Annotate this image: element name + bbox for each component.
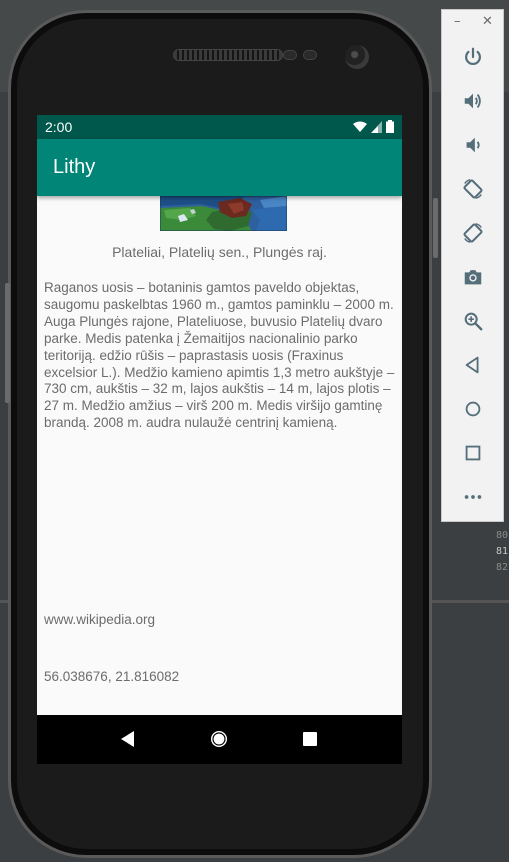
rotate-right-button[interactable] xyxy=(460,220,486,246)
nav-recents-button[interactable] xyxy=(298,727,322,751)
back-icon xyxy=(121,731,134,747)
volume-up-icon xyxy=(464,93,481,109)
side-button-right xyxy=(433,198,438,258)
status-icons xyxy=(353,120,394,133)
app-title: Lithy xyxy=(53,156,96,178)
place-detail[interactable]: Plateliai, Platelių sen., Plungės raj. R… xyxy=(37,196,402,715)
volume-down-button[interactable] xyxy=(460,132,486,158)
recents-icon xyxy=(303,732,317,746)
app-bar: Lithy xyxy=(37,139,402,196)
more-options-button[interactable] xyxy=(460,484,486,510)
volume-down-icon xyxy=(466,137,480,153)
emulator-toolbar: – ✕ xyxy=(441,9,504,522)
emulator-home-button[interactable] xyxy=(460,396,486,422)
minimize-button[interactable]: – xyxy=(454,14,461,29)
power-icon xyxy=(465,47,481,66)
signal-icon xyxy=(371,120,382,133)
place-coordinates: 56.038676, 21.816082 xyxy=(44,669,180,684)
zoom-button[interactable] xyxy=(460,308,486,334)
navigation-bar xyxy=(37,715,402,764)
volume-up-button[interactable] xyxy=(460,88,486,114)
place-location: Plateliai, Platelių sen., Plungės raj. xyxy=(112,244,327,260)
source-link[interactable]: www.wikipedia.org xyxy=(44,612,155,627)
nav-back-button[interactable] xyxy=(116,727,140,751)
home-icon xyxy=(465,401,481,417)
overview-icon xyxy=(465,445,481,461)
camera-icon xyxy=(464,270,482,285)
power-button[interactable] xyxy=(460,44,486,70)
phone-sensors xyxy=(283,50,317,60)
screenshot-button[interactable] xyxy=(460,264,486,290)
more-icon xyxy=(464,495,482,499)
rotate-left-button[interactable] xyxy=(460,176,486,202)
place-description: Raganos uosis – botaninis gamtos paveldo… xyxy=(44,280,395,431)
phone-screen: 2:00 Lithy Plateliai, Platelių sen., Plu… xyxy=(37,115,402,764)
place-image xyxy=(160,196,287,231)
close-button[interactable]: ✕ xyxy=(482,14,493,29)
emulator-toolbar-header: – ✕ xyxy=(442,10,503,36)
zoom-icon xyxy=(464,312,483,331)
nav-home-button[interactable] xyxy=(207,727,231,751)
ide-line-number: 82 xyxy=(496,562,509,573)
status-time: 2:00 xyxy=(45,119,73,135)
phone-speaker xyxy=(173,49,283,61)
battery-icon xyxy=(386,120,394,133)
rotate-right-icon xyxy=(463,223,483,243)
wifi-icon xyxy=(353,121,367,132)
home-icon xyxy=(211,731,227,747)
front-camera xyxy=(345,45,369,69)
ide-line-number: 81 xyxy=(496,546,509,557)
emulator-overview-button[interactable] xyxy=(460,440,486,466)
rotate-left-icon xyxy=(463,179,483,199)
back-icon xyxy=(465,356,479,374)
ide-line-number: 80 xyxy=(496,530,509,541)
side-button-left xyxy=(5,283,10,403)
status-bar: 2:00 xyxy=(37,115,402,139)
emulator-back-button[interactable] xyxy=(460,352,486,378)
